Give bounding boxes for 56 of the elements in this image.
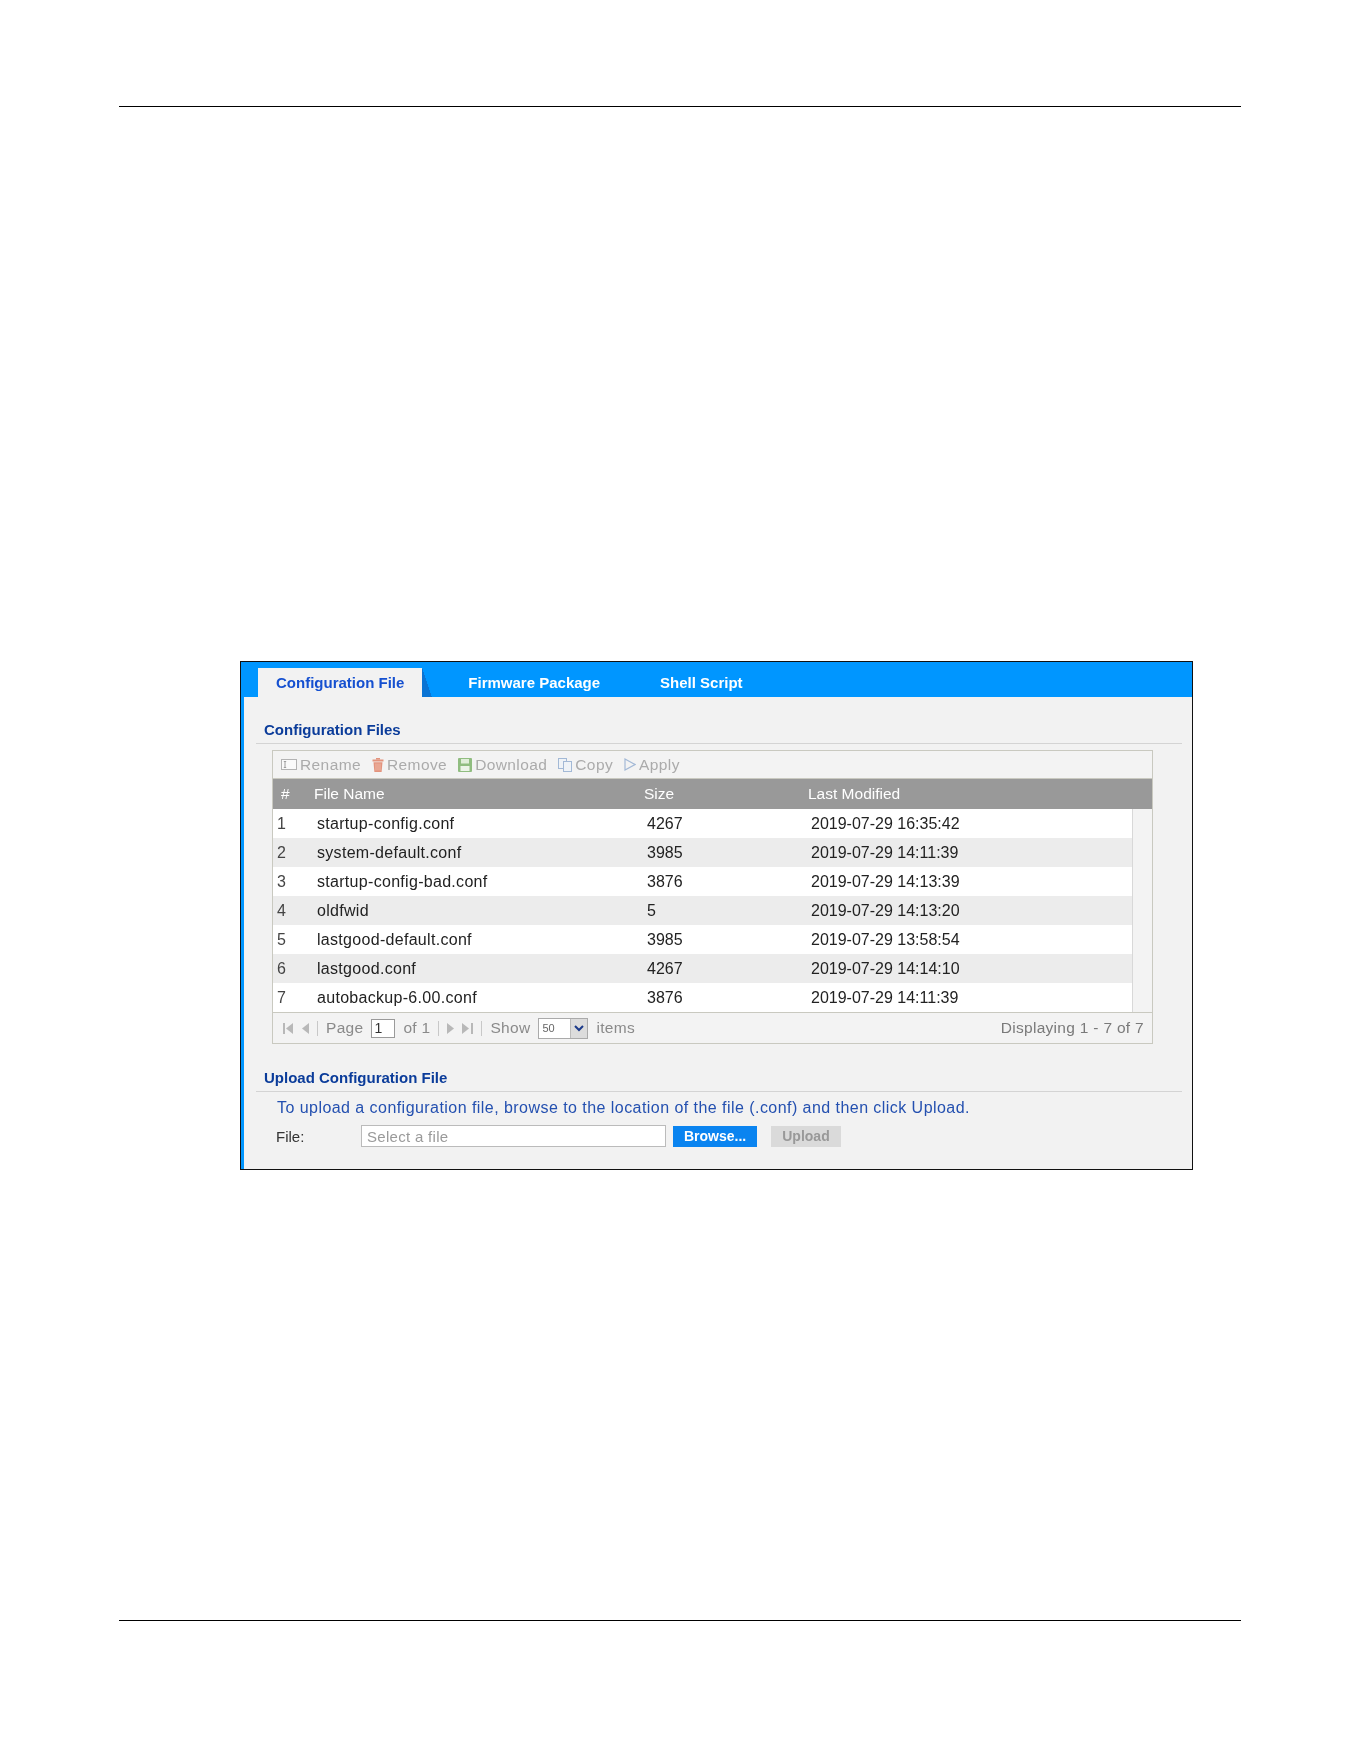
trash-icon (372, 757, 384, 772)
table-cell-text: 3876 (646, 988, 684, 1007)
section-title: Configuration Files (264, 721, 401, 738)
table-cell-text: 4 (276, 901, 287, 920)
table-cell-text: 2019-07-29 14:11:39 (810, 988, 960, 1007)
table-cell-text: system-default.conf (316, 843, 463, 862)
table-cell-text: lastgood.conf (316, 959, 418, 978)
play-icon (624, 758, 637, 771)
table-cell-text: 2019-07-29 13:58:54 (810, 930, 961, 949)
column-header[interactable]: # (273, 785, 314, 803)
items-label: items (596, 1019, 635, 1037)
table-cell-text: startup-config-bad.conf (316, 872, 489, 891)
table-cell-text: 2019-07-29 14:13:39 (810, 872, 961, 891)
table-cell-text: 3985 (646, 843, 684, 862)
table-row[interactable]: 2 system-default.conf 3985 2019-07-29 14:11:39 (273, 838, 1132, 867)
column-header[interactable]: File Name (314, 785, 644, 803)
display-summary: Displaying 1 - 7 of 7 (1000, 1019, 1144, 1037)
table-cell-text: 2019-07-29 14:14:10 (810, 959, 961, 978)
rename-icon (281, 759, 297, 770)
table-row[interactable]: 6 lastgood.conf 4267 2019-07-29 14:14:10 (273, 954, 1132, 983)
table-row[interactable]: 4 oldfwid 5 2019-07-29 14:13:20 (273, 896, 1132, 925)
page-total: of 1 (403, 1019, 431, 1037)
tab[interactable]: Configuration File (258, 668, 433, 697)
tab[interactable]: Shell Script (642, 668, 761, 697)
table-cell-text: lastgood-default.conf (316, 930, 473, 949)
table-cell-text: 3985 (646, 930, 684, 949)
file-input[interactable]: Select a file (361, 1125, 666, 1147)
table-cell-text: 2019-07-29 14:11:39 (810, 843, 960, 862)
table-cell-text: 2 (276, 843, 287, 862)
table-cell-text: 5 (646, 901, 657, 920)
show-label: Show (490, 1019, 531, 1037)
table-cell-text: 3 (276, 872, 287, 891)
table-cell-text: oldfwid (316, 901, 370, 920)
table-cell-text: 7 (276, 988, 287, 1007)
chevron-down-icon (574, 1024, 585, 1032)
tab[interactable]: Firmware Package (450, 668, 619, 697)
browse-button[interactable]: Browse... (673, 1125, 758, 1147)
table-cell-text: 4267 (646, 814, 684, 833)
table-cell-text: 1 (276, 814, 287, 833)
page-size-select[interactable]: 50 (538, 1017, 589, 1039)
page-label: Page (326, 1019, 364, 1037)
section-title: Upload Configuration File (264, 1069, 448, 1086)
table-cell-text: startup-config.conf (316, 814, 456, 833)
column-header[interactable]: Size (644, 785, 808, 803)
copy-icon (558, 757, 573, 772)
table-cell-text: 4267 (646, 959, 684, 978)
table-cell-text: autobackup-6.00.conf (316, 988, 478, 1007)
table-cell-text: 6 (276, 959, 287, 978)
table-cell-text: 5 (276, 930, 287, 949)
table-cell-text: 2019-07-29 16:35:42 (810, 814, 961, 833)
instruction-text: To upload a configuration file, browse to the location of the file (.conf) and then click Upload. (276, 1098, 971, 1117)
column-header[interactable]: Last Modified (808, 785, 1152, 803)
file-label: File: (276, 1127, 306, 1145)
table-cell-text: 2019-07-29 14:13:20 (810, 901, 961, 920)
page-input[interactable]: 1 (371, 1018, 396, 1038)
table-cell-text: 3876 (646, 872, 684, 891)
